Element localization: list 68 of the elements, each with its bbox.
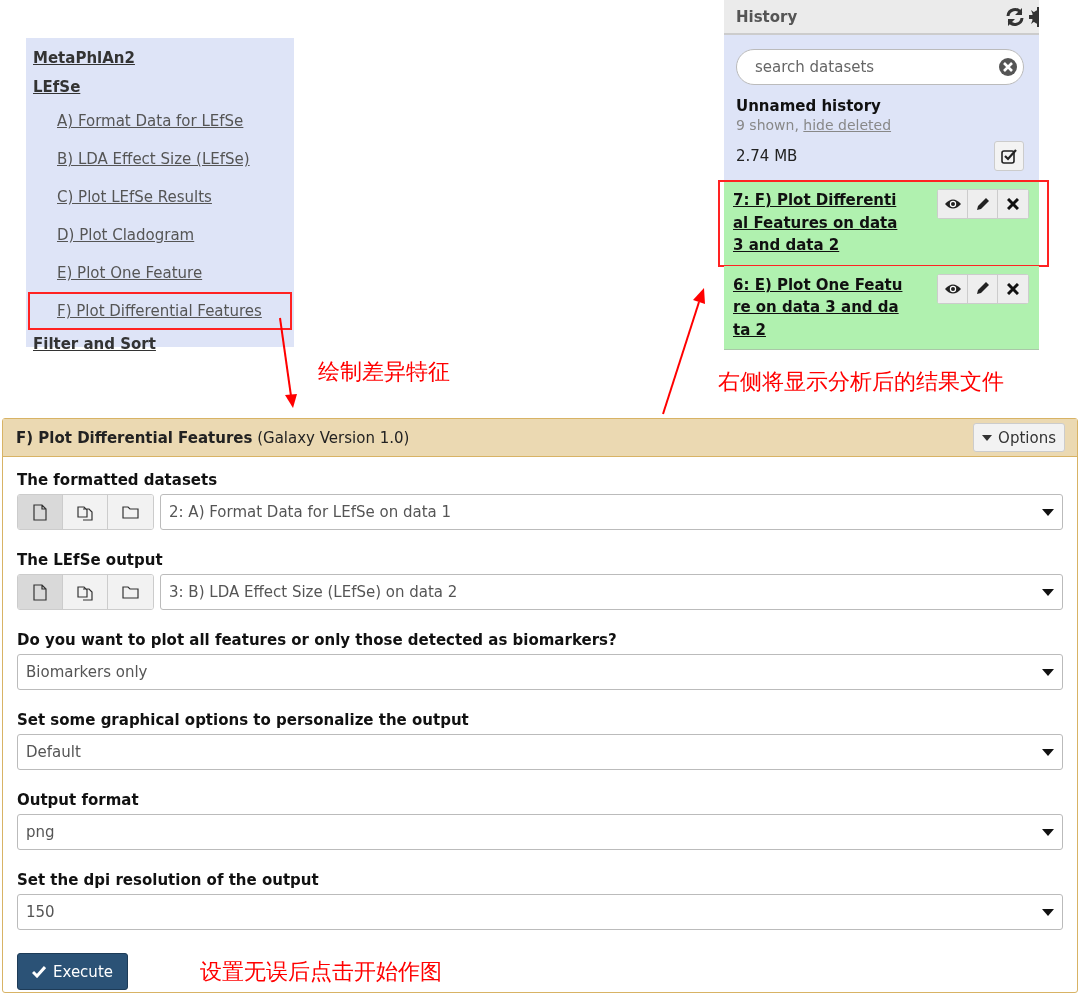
dataset-title-link[interactable]: 7: F) Plot Differential Features on data 3 and data 2: [733, 189, 905, 257]
checkmark-icon: [32, 965, 46, 978]
document-icon: [33, 503, 47, 521]
dropdown-caret-icon: [1042, 588, 1054, 596]
options-button[interactable]: Options: [973, 423, 1065, 452]
select-field[interactable]: 2: A) Format Data for LEfSe on data 1: [160, 494, 1063, 530]
tool-link[interactable]: D) Plot Cladogram: [28, 216, 292, 254]
tool-title: F) Plot Differential Features: [16, 428, 253, 447]
tool-link[interactable]: F) Plot Differential Features: [28, 292, 292, 330]
field-label: Output format: [17, 790, 140, 811]
multiple-datasets-button[interactable]: [63, 495, 108, 529]
annotation-text: 绘制差异特征: [318, 358, 450, 386]
checkbox-icon: [1001, 148, 1017, 164]
field-label: Set the dpi resolution of the output: [17, 870, 320, 891]
tool-version: (Galaxy Version 1.0): [257, 428, 410, 447]
tool-link[interactable]: A) Format Data for LEfSe: [28, 102, 292, 140]
collection-button[interactable]: [108, 575, 153, 609]
select-field[interactable]: png: [17, 814, 1063, 850]
caret-icon: [982, 434, 993, 441]
eye-icon: [943, 198, 962, 210]
field-label: Do you want to plot all features or only those detected as biomarkers?: [17, 630, 618, 651]
document-icon: [33, 583, 47, 601]
panel-title: History: [736, 7, 798, 26]
clear-icon[interactable]: [998, 57, 1018, 77]
view-button[interactable]: [938, 190, 968, 218]
history-size: 2.74 MB: [736, 147, 798, 165]
dropdown-caret-icon: [1042, 508, 1054, 516]
pencil-icon: [975, 281, 990, 296]
tool-section-link[interactable]: MetaPhlAn2: [26, 44, 294, 73]
tool-section-link[interactable]: LEfSe: [26, 73, 294, 102]
field-label: The LEfSe output: [17, 550, 164, 571]
shown-count: 9 shown,: [736, 117, 799, 133]
close-icon: [1007, 282, 1019, 295]
dropdown-caret-icon: [1042, 908, 1054, 916]
dropdown-caret-icon: [1042, 748, 1054, 756]
folder-icon: [122, 585, 139, 599]
tool-link[interactable]: E) Plot One Feature: [28, 254, 292, 292]
close-icon: [1007, 198, 1019, 210]
dataset-title-link[interactable]: 6: E) Plot One Feature on data 3 and data 2: [733, 273, 905, 341]
search-field[interactable]: search datasets: [736, 49, 1024, 85]
view-button[interactable]: [938, 274, 968, 303]
annotation-text: 右侧将显示分析后的结果文件: [718, 368, 1004, 396]
folder-icon: [122, 505, 139, 519]
tool-section-link[interactable]: Filter and Sort: [26, 330, 294, 359]
eye-icon: [943, 282, 962, 295]
documents-icon: [76, 503, 94, 521]
execute-button[interactable]: Execute: [17, 953, 128, 990]
single-dataset-button[interactable]: [18, 495, 63, 529]
history-name: Unnamed history: [736, 97, 882, 115]
tool-link[interactable]: B) LDA Effect Size (LEfSe): [28, 140, 292, 178]
refresh-icon[interactable]: [1005, 6, 1025, 27]
multiple-datasets-button[interactable]: [63, 575, 108, 609]
tool-link[interactable]: C) Plot LEfSe Results: [28, 178, 292, 216]
collection-button[interactable]: [108, 495, 153, 529]
field-label: Set some graphical options to personalize the output: [17, 710, 470, 731]
pencil-icon: [975, 196, 990, 212]
settings-icon[interactable]: [1029, 6, 1039, 27]
select-field[interactable]: Default: [17, 734, 1063, 770]
documents-icon: [76, 583, 94, 601]
annotation-text: 设置无误后点击开始作图: [200, 957, 442, 986]
select-button[interactable]: [994, 141, 1024, 171]
select-field[interactable]: Biomarkers only: [17, 654, 1063, 690]
dropdown-caret-icon: [1042, 828, 1054, 836]
single-dataset-button[interactable]: [18, 575, 63, 609]
dropdown-caret-icon: [1042, 668, 1054, 676]
field-label: The formatted datasets: [17, 470, 219, 491]
select-field[interactable]: 3: B) LDA Effect Size (LEfSe) on data 2: [160, 574, 1063, 610]
select-field[interactable]: 150: [17, 894, 1063, 930]
